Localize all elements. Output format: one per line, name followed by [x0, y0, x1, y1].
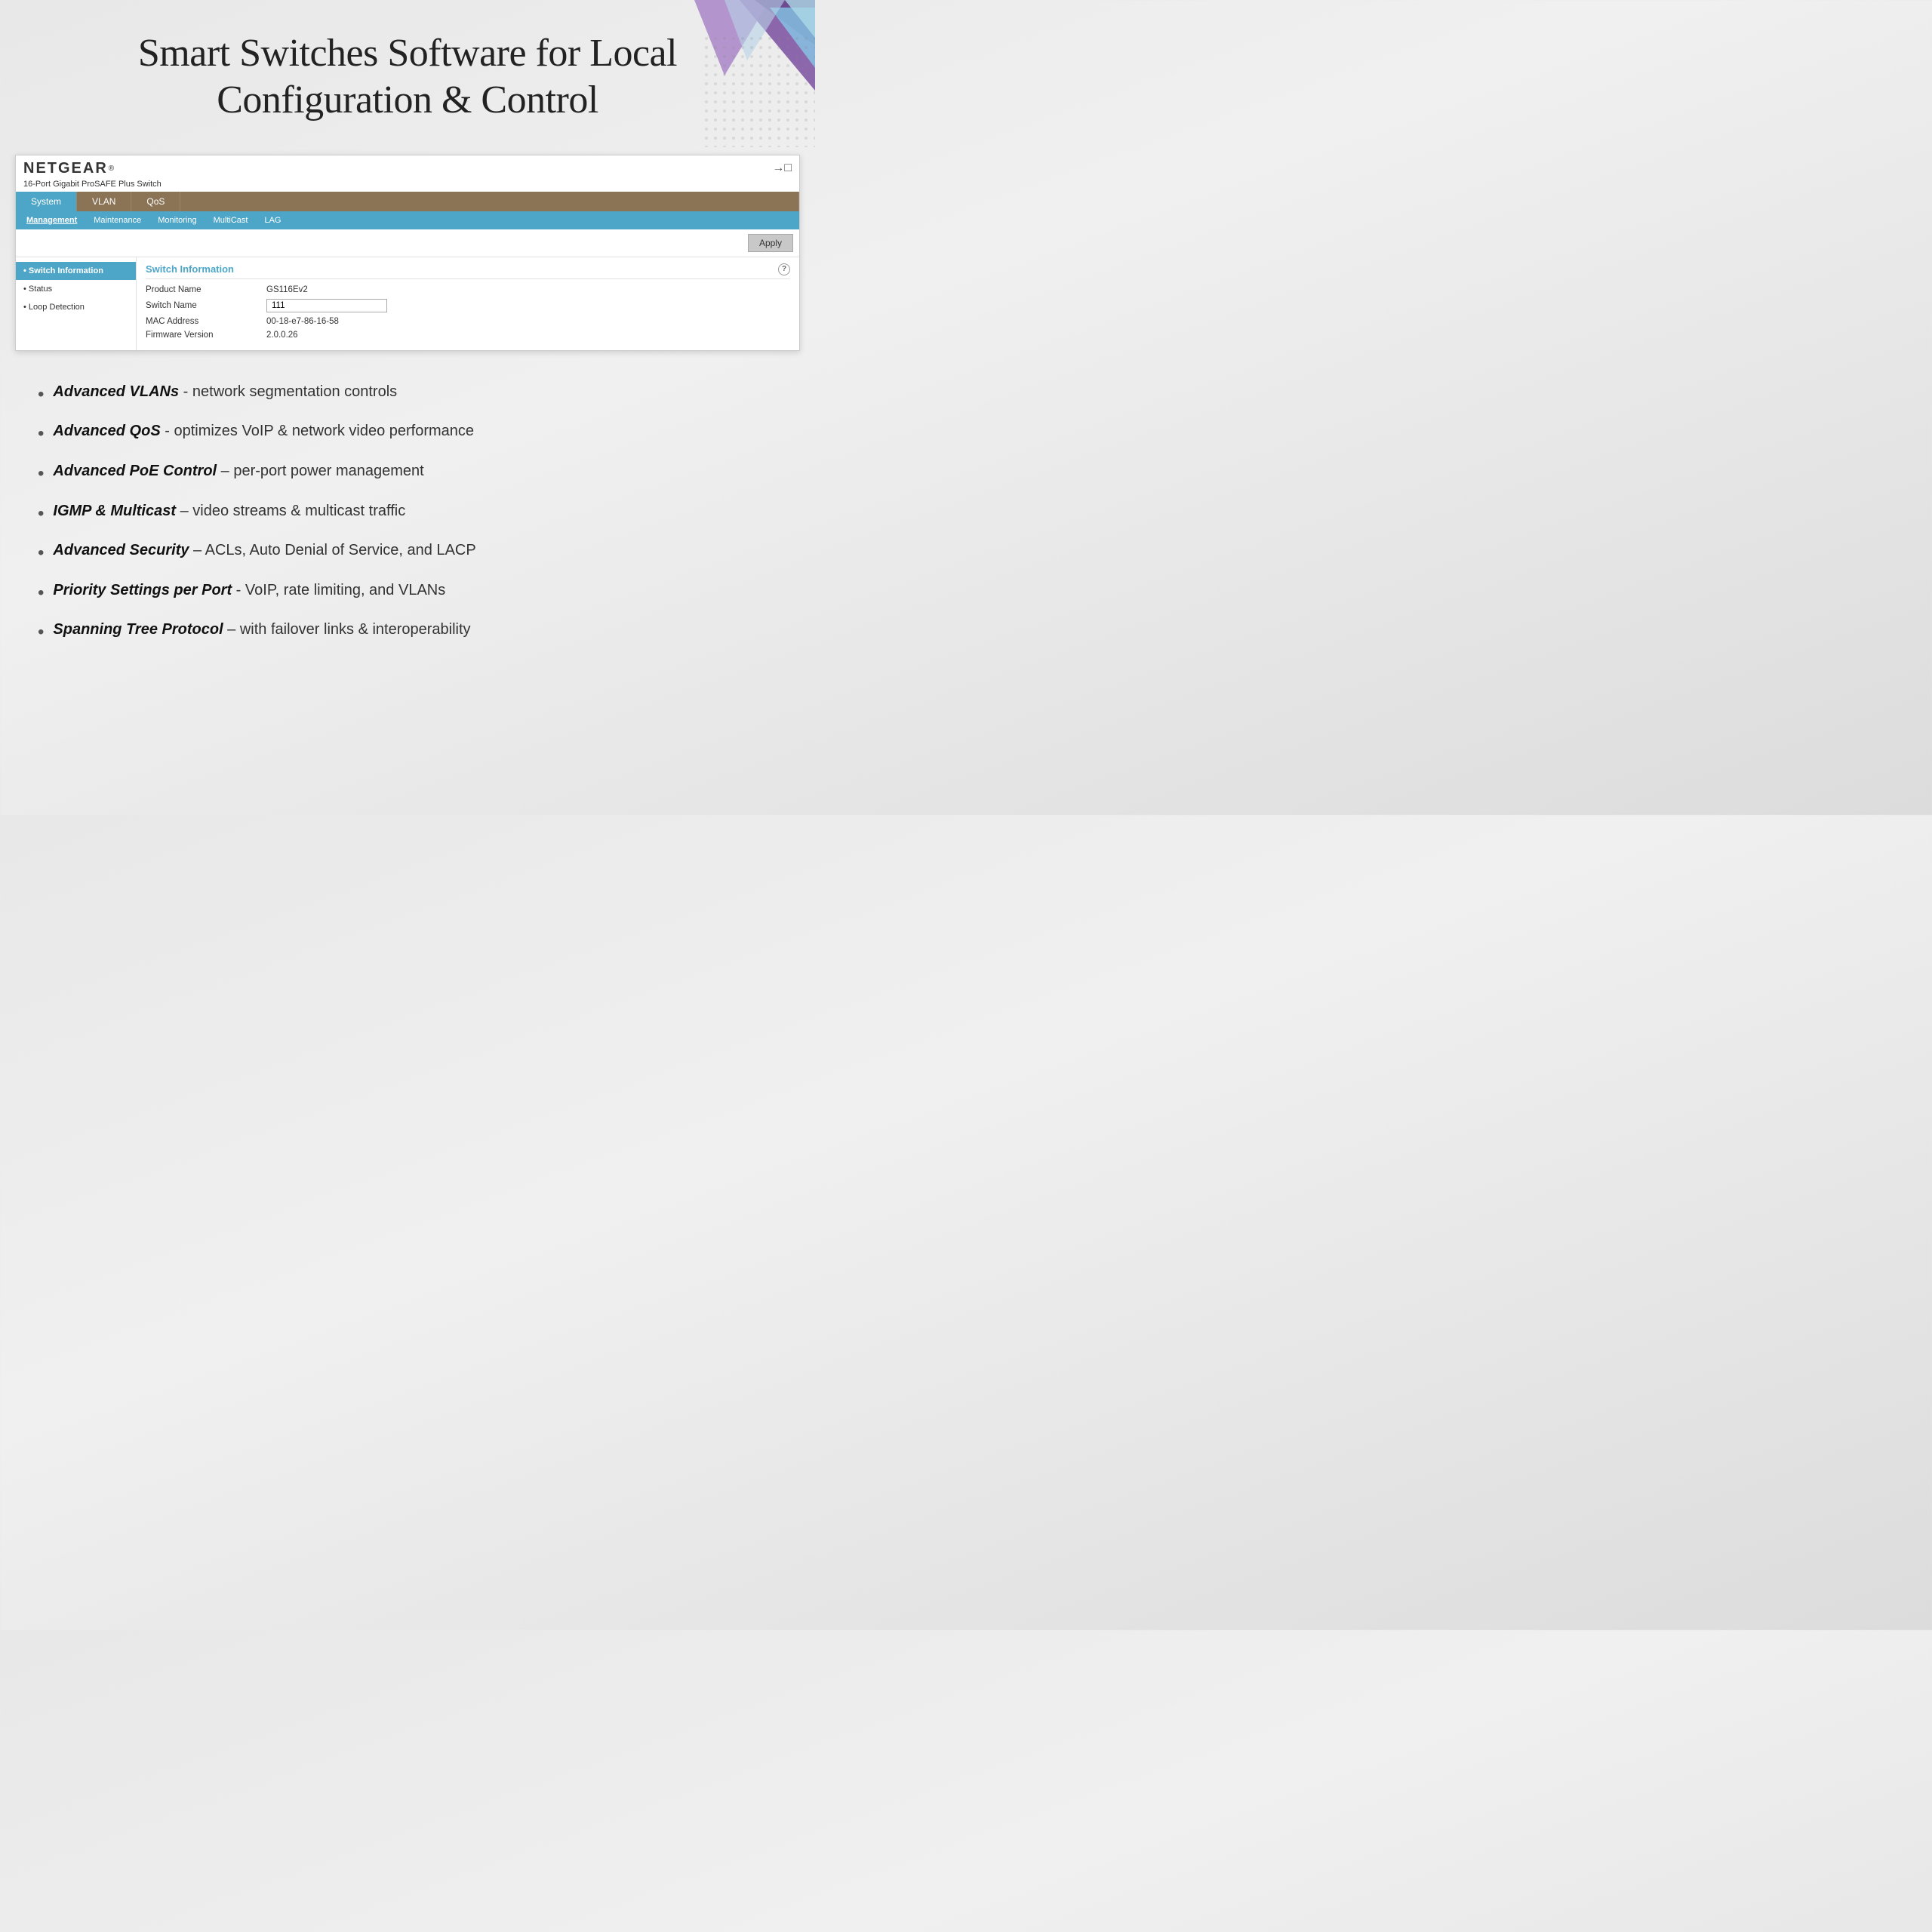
feature-bold-5: Priority Settings per Port — [53, 582, 232, 598]
feature-normal-6: – with failover links & interoperability — [223, 621, 471, 638]
tab-qos[interactable]: QoS — [131, 192, 180, 211]
info-row-switch-name: Switch Name — [146, 299, 790, 312]
ui-screenshot-panel: NETGEAR ® →□ 16-Port Gigabit ProSAFE Plu… — [15, 155, 800, 351]
hero-section: Smart Switches Software for Local Config… — [0, 0, 815, 147]
bullet-1: • — [38, 421, 44, 447]
feature-normal-2: – per-port power management — [217, 463, 424, 479]
feature-bold-6: Spanning Tree Protocol — [53, 621, 223, 638]
sidebar-item-switch-information[interactable]: Switch Information — [16, 262, 136, 280]
content-title: Switch Information ? — [146, 263, 790, 279]
main-nav-tabs: System VLAN QoS — [16, 192, 799, 211]
sidebar-item-status[interactable]: Status — [16, 280, 136, 298]
apply-button[interactable]: Apply — [748, 234, 793, 252]
feature-bold-2: Advanced PoE Control — [53, 463, 217, 479]
sidebar-item-loop-detection[interactable]: Loop Detection — [16, 298, 136, 316]
bullet-6: • — [38, 620, 44, 645]
switch-info-table: Product Name GS116Ev2 Switch Name MAC Ad… — [146, 285, 790, 340]
subnav-multicast[interactable]: MultiCast — [206, 213, 256, 228]
feature-normal-4: – ACLs, Auto Denial of Service, and LACP — [189, 542, 475, 558]
feature-item-0: • Advanced VLANs - network segmentation … — [38, 381, 777, 408]
features-section: • Advanced VLANs - network segmentation … — [0, 358, 815, 681]
info-row-product-name: Product Name GS116Ev2 — [146, 285, 790, 294]
bullet-3: • — [38, 501, 44, 527]
subnav-lag[interactable]: LAG — [257, 213, 288, 228]
feature-normal-0: - network segmentation controls — [179, 383, 397, 400]
subnav-maintenance[interactable]: Maintenance — [86, 213, 149, 228]
value-product-name: GS116Ev2 — [266, 285, 308, 294]
value-mac-address: 00-18-e7-86-16-58 — [266, 317, 339, 326]
apply-row: Apply — [16, 229, 799, 257]
netgear-brand: NETGEAR — [23, 160, 108, 177]
info-row-mac-address: MAC Address 00-18-e7-86-16-58 — [146, 317, 790, 326]
logout-icon[interactable]: →□ — [772, 162, 792, 175]
bullet-5: • — [38, 580, 44, 606]
feature-normal-1: - optimizes VoIP & network video perform… — [161, 423, 474, 439]
feature-item-5: • Priority Settings per Port - VoIP, rat… — [38, 580, 777, 606]
feature-item-1: • Advanced QoS - optimizes VoIP & networ… — [38, 420, 777, 447]
tab-system[interactable]: System — [16, 192, 77, 211]
value-firmware-version: 2.0.0.26 — [266, 331, 298, 340]
feature-bold-0: Advanced VLANs — [53, 383, 179, 400]
tab-empty[interactable] — [180, 192, 799, 211]
sidebar: Switch Information Status Loop Detection — [16, 257, 137, 350]
info-row-firmware-version: Firmware Version 2.0.0.26 — [146, 331, 790, 340]
bullet-0: • — [38, 382, 44, 408]
subnav-management[interactable]: Management — [19, 213, 85, 228]
hero-title: Smart Switches Software for Local Config… — [45, 30, 770, 125]
input-switch-name[interactable] — [266, 299, 387, 312]
feature-bold-1: Advanced QoS — [53, 423, 160, 439]
bullet-2: • — [38, 461, 44, 487]
feature-bold-4: Advanced Security — [53, 542, 189, 558]
help-icon[interactable]: ? — [778, 263, 790, 275]
feature-item-4: • Advanced Security – ACLs, Auto Denial … — [38, 540, 777, 566]
feature-item-3: • IGMP & Multicast – video streams & mul… — [38, 500, 777, 527]
bullet-4: • — [38, 540, 44, 566]
trademark-symbol: ® — [109, 165, 114, 173]
main-content-area: Switch Information Status Loop Detection… — [16, 257, 799, 350]
netgear-header: NETGEAR ® →□ — [16, 155, 799, 179]
content-area: Switch Information ? Product Name GS116E… — [137, 257, 799, 350]
subnav-monitoring[interactable]: Monitoring — [150, 213, 204, 228]
label-firmware-version: Firmware Version — [146, 331, 266, 340]
tab-vlan[interactable]: VLAN — [77, 192, 131, 211]
feature-bold-3: IGMP & Multicast — [53, 503, 176, 519]
device-subtitle: 16-Port Gigabit ProSAFE Plus Switch — [16, 180, 799, 192]
sub-nav: Management Maintenance Monitoring MultiC… — [16, 211, 799, 229]
feature-normal-5: - VoIP, rate limiting, and VLANs — [232, 582, 445, 598]
feature-normal-3: – video streams & multicast traffic — [176, 503, 405, 519]
label-switch-name: Switch Name — [146, 301, 266, 310]
label-mac-address: MAC Address — [146, 317, 266, 326]
feature-item-2: • Advanced PoE Control – per-port power … — [38, 460, 777, 487]
feature-item-6: • Spanning Tree Protocol – with failover… — [38, 619, 777, 645]
label-product-name: Product Name — [146, 285, 266, 294]
